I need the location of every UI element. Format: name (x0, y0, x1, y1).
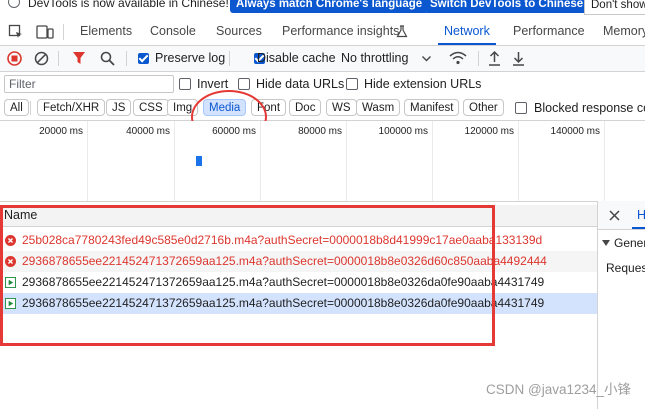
timeline-gridline (174, 121, 175, 201)
language-notice-bar: DevTools is now available in Chinese! Al… (0, 0, 645, 15)
filter-input[interactable] (4, 75, 174, 93)
timeline-gridline (432, 121, 433, 201)
timeline-gridline (346, 121, 347, 201)
timeline-tick-label: 20000 ms (39, 126, 83, 137)
export-har-icon[interactable] (512, 50, 525, 66)
timeline-gridline (604, 121, 605, 201)
disable-cache-label: Disable cache (257, 51, 336, 65)
timeline-overview: 20000 ms 40000 ms 60000 ms 80000 ms 1000… (0, 121, 645, 202)
clear-icon[interactable] (34, 51, 49, 66)
chip-css[interactable]: CSS (133, 99, 169, 116)
dont-show-button[interactable]: Don't show (584, 0, 645, 15)
close-icon[interactable] (609, 210, 620, 221)
chip-ws[interactable]: WS (326, 99, 357, 116)
blocked-response-cookies-checkbox[interactable] (515, 102, 527, 114)
chip-wasm[interactable]: Wasm (356, 99, 401, 116)
toolbar-divider (126, 51, 127, 66)
invert-checkbox[interactable] (179, 78, 191, 90)
filter-row: Invert Hide data URLs Hide extension URL… (0, 72, 645, 97)
tab-console[interactable]: Console (150, 18, 196, 45)
network-toolbar: Preserve log Disable cache No throttling (0, 46, 645, 72)
preserve-log-checkbox[interactable] (138, 53, 149, 64)
timeline-tick-label: 120000 ms (464, 126, 514, 137)
hide-extension-urls-checkbox[interactable] (346, 78, 358, 90)
tab-divider (63, 24, 64, 40)
tab-performance-insights[interactable]: Performance insights (282, 18, 399, 45)
invert-label: Invert (197, 77, 229, 91)
watermark: CSDN @java1234_小锋 (485, 382, 631, 397)
tab-performance[interactable]: Performance (513, 18, 585, 45)
timeline-tick-label: 80000 ms (298, 126, 342, 137)
chip-other[interactable]: Other (463, 99, 504, 116)
filter-funnel-icon[interactable] (72, 51, 86, 65)
timeline-tick-label: 40000 ms (126, 126, 170, 137)
chip-divider (30, 101, 31, 115)
tab-headers-underline (632, 227, 645, 229)
blocked-response-cookies-label: Blocked response coo (534, 101, 645, 115)
flask-icon (396, 25, 408, 38)
timeline-request-bar (196, 156, 202, 166)
inspect-element-icon[interactable] (8, 24, 24, 40)
device-toolbar-icon[interactable] (36, 24, 54, 40)
annotation-rectangle (0, 205, 495, 346)
chip-manifest[interactable]: Manifest (404, 99, 460, 116)
request-url-label: Request (606, 261, 645, 275)
timeline-gridline (518, 121, 519, 201)
tab-elements[interactable]: Elements (80, 18, 132, 45)
tab-memory[interactable]: Memory (603, 18, 645, 45)
timeline-tick-label: 100000 ms (378, 126, 428, 137)
general-section-title[interactable]: Genera (614, 236, 645, 250)
info-icon (8, 0, 20, 8)
chevron-down-icon[interactable] (422, 56, 431, 62)
hide-extension-urls-label: Hide extension URLs (364, 77, 482, 91)
always-match-language-button[interactable]: Always match Chrome's language (230, 0, 429, 13)
throttling-select[interactable]: No throttling (341, 51, 408, 65)
import-har-icon[interactable] (488, 50, 501, 66)
notice-text: DevTools is now available in Chinese! (28, 0, 229, 10)
timeline-gridline (87, 121, 88, 201)
triangle-down-icon[interactable] (602, 239, 610, 247)
hide-data-urls-label: Hide data URLs (256, 77, 345, 91)
toolbar-divider (229, 51, 230, 66)
record-stop-icon[interactable] (7, 51, 22, 66)
resource-type-filter: All Fetch/XHR JS CSS Img Media Font Doc … (0, 96, 645, 121)
hide-data-urls-checkbox[interactable] (238, 78, 250, 90)
timeline-tick-label: 140000 ms (550, 126, 600, 137)
toolbar-divider (58, 51, 59, 66)
switch-to-chinese-button[interactable]: Switch DevTools to Chinese (424, 0, 590, 13)
tab-sources[interactable]: Sources (216, 18, 262, 45)
devtools-tab-bar: Elements Console Sources Performance ins… (0, 18, 645, 46)
timeline-tick-label: 60000 ms (212, 126, 256, 137)
search-icon[interactable] (100, 51, 115, 66)
chip-doc[interactable]: Doc (289, 99, 322, 116)
chip-all[interactable]: All (4, 99, 29, 116)
chip-fetch-xhr[interactable]: Fetch/XHR (37, 99, 106, 116)
toolbar-divider (478, 51, 479, 66)
tab-network[interactable]: Network (438, 18, 496, 45)
preserve-log-label: Preserve log (155, 51, 226, 65)
tab-headers[interactable]: H (637, 208, 645, 222)
network-conditions-icon[interactable] (449, 51, 467, 66)
timeline-gridline (260, 121, 261, 201)
chip-js[interactable]: JS (106, 99, 132, 116)
